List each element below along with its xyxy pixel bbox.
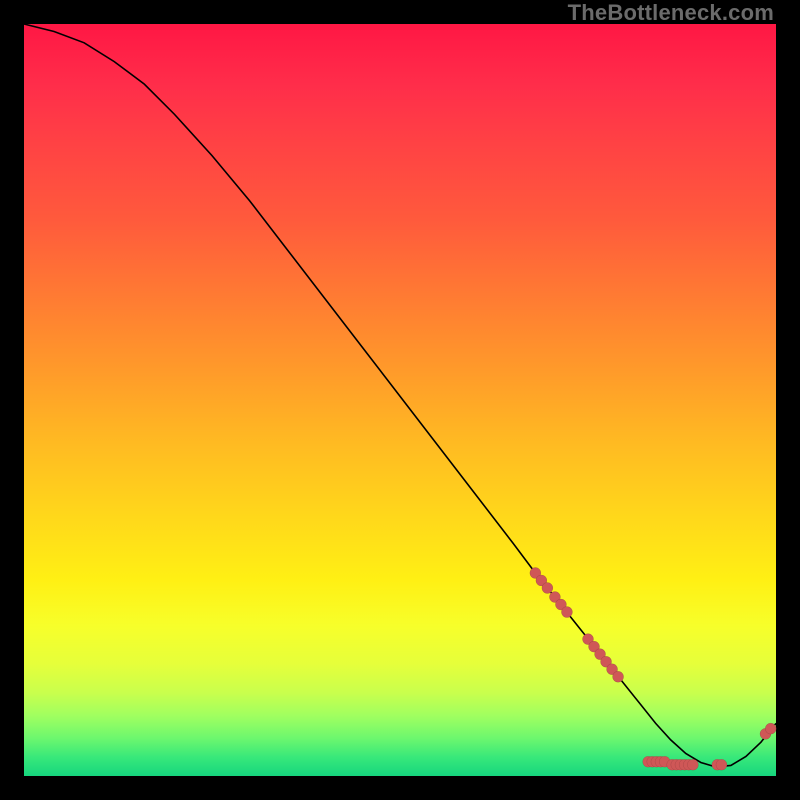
data-point xyxy=(765,723,776,734)
chart-svg xyxy=(24,24,776,776)
watermark-text: TheBottleneck.com xyxy=(568,0,774,26)
plot-area xyxy=(24,24,776,776)
data-point xyxy=(716,759,727,770)
data-point xyxy=(561,607,572,618)
bottleneck-curve xyxy=(24,24,776,767)
data-point xyxy=(687,759,698,770)
data-point xyxy=(613,671,624,682)
data-markers xyxy=(530,567,776,770)
data-point xyxy=(542,583,553,594)
chart-frame: TheBottleneck.com xyxy=(0,0,800,800)
